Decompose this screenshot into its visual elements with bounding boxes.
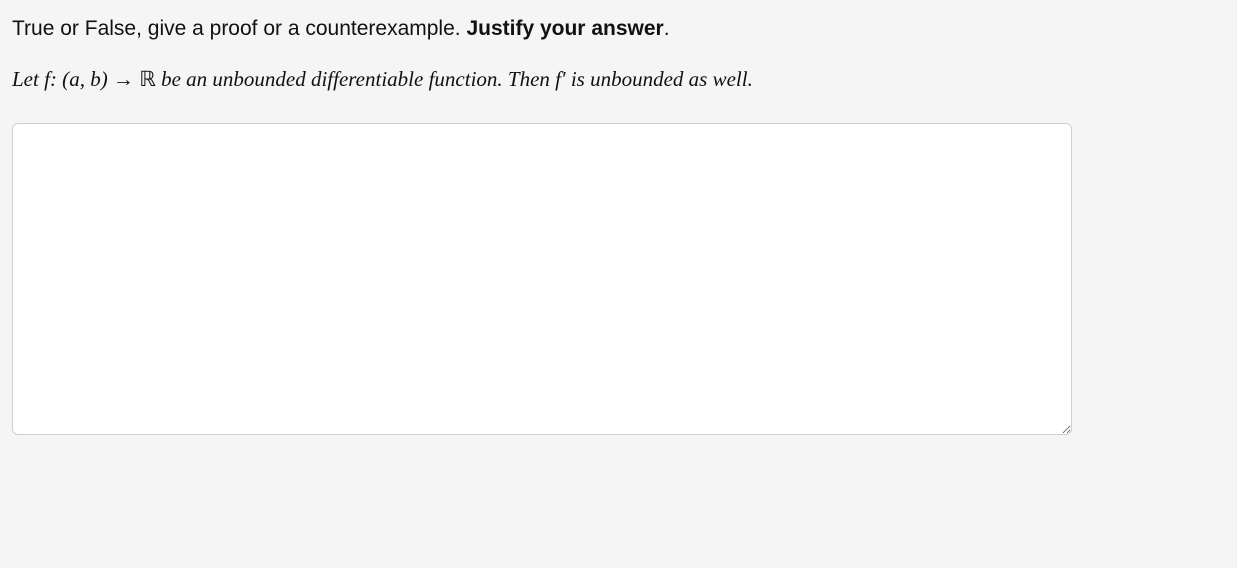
answer-textarea[interactable] — [12, 123, 1072, 435]
stmt-a: a — [69, 67, 80, 91]
stmt-R: ℝ — [139, 67, 156, 91]
stmt-mid1: be an unbounded differentiable function.… — [156, 67, 555, 91]
prompt-prefix: True or False, give a proof or a counter… — [12, 17, 466, 40]
prompt-suffix: . — [664, 17, 670, 40]
stmt-let: Let — [12, 67, 44, 91]
stmt-colon-open: : ( — [50, 67, 69, 91]
stmt-close-arrow: ) → — [101, 67, 140, 91]
stmt-mid2: is unbounded as well. — [566, 67, 753, 91]
question-statement: Let f: (a, b) → ℝ be an unbounded differ… — [12, 65, 1225, 94]
stmt-comma: , — [80, 67, 91, 91]
stmt-b: b — [90, 67, 101, 91]
prompt-bold: Justify your answer — [466, 17, 663, 40]
question-prompt: True or False, give a proof or a counter… — [12, 14, 1225, 43]
